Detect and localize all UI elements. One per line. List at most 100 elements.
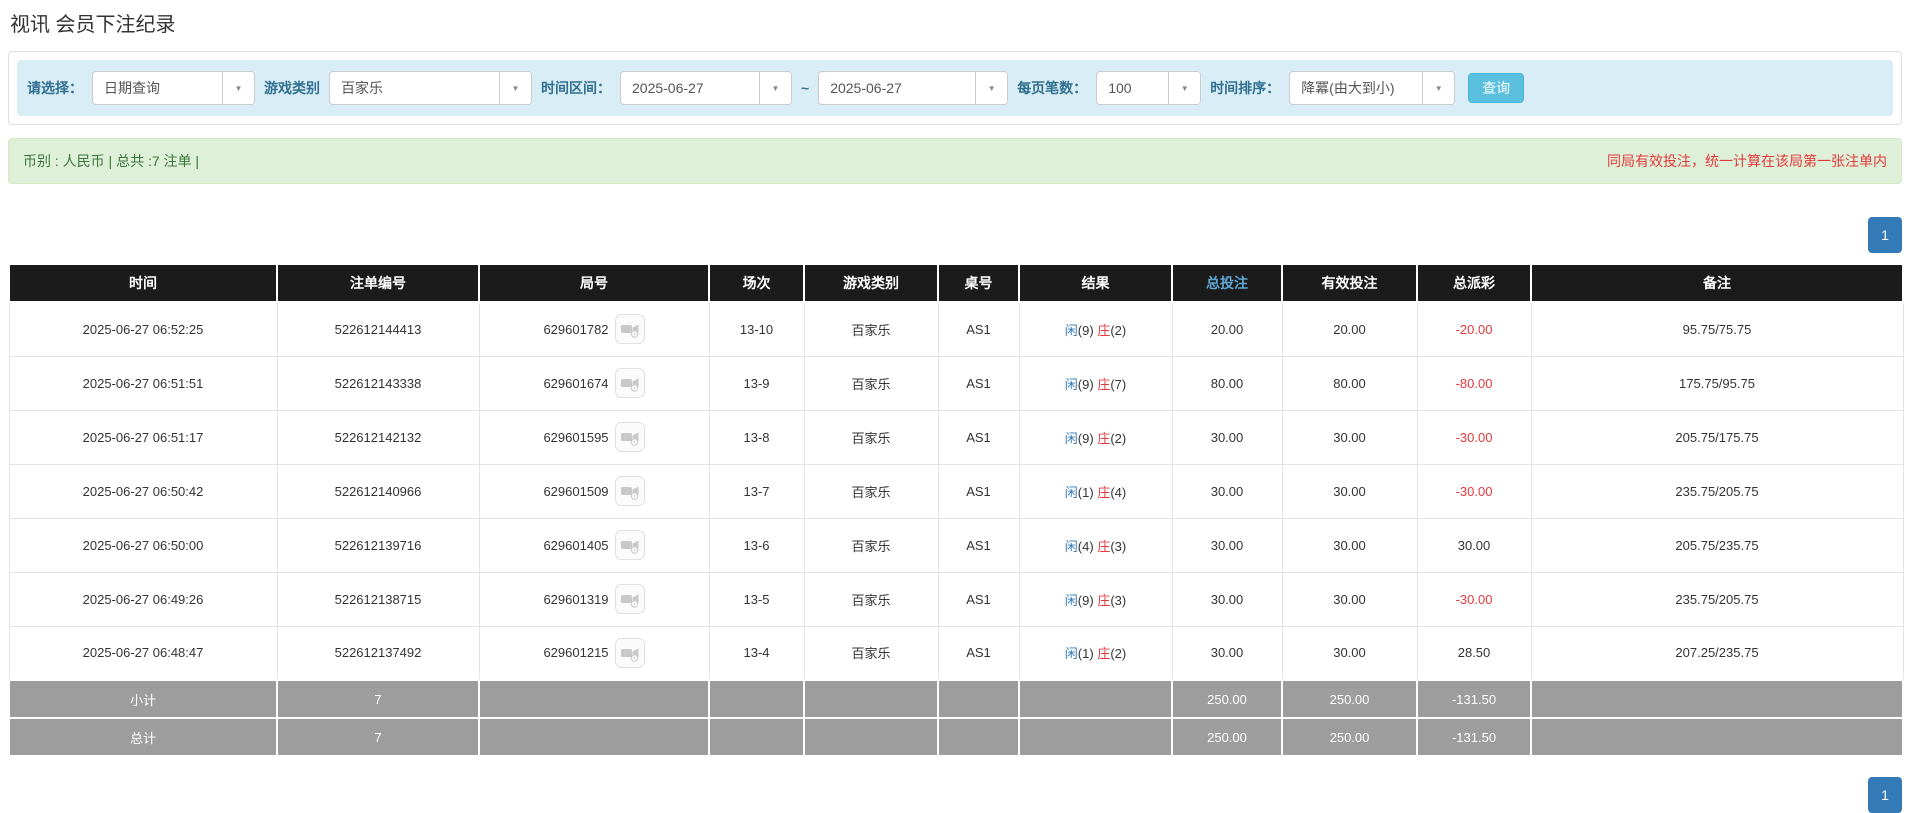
- cell-valid-bet: 30.00: [1281, 571, 1418, 627]
- footer-empty: [803, 679, 939, 719]
- cell-result: 闲(1) 庄(2): [1018, 625, 1173, 681]
- cell-total-bet[interactable]: 30.00: [1171, 571, 1283, 627]
- cell-payout: -80.00: [1416, 355, 1532, 411]
- chevron-down-icon: ▼: [1422, 72, 1455, 104]
- table-footer: 小计 7 250.00 250.00 -131.50 总计 7 250.00 250.00 -13…: [8, 679, 1904, 757]
- cell-total-bet[interactable]: 20.00: [1171, 301, 1283, 357]
- page-root: 视讯 会员下注纪录 请选择： 日期查询 ▼ 游戏类别 百家乐 ▼ 时间区间： 2…: [0, 8, 1910, 813]
- cell-session: 13-4: [708, 625, 805, 681]
- column-header: 结果: [1018, 263, 1173, 303]
- cell-time: 2025-06-27 06:52:25: [8, 301, 278, 357]
- table-row: 2025-06-27 06:48:47 522612137492 629601215…: [8, 625, 1904, 681]
- page-size-select[interactable]: 100 ▼: [1096, 71, 1202, 105]
- video-replay-icon[interactable]: [614, 314, 645, 345]
- cell-game-type: 百家乐: [803, 301, 939, 357]
- cell-round-id: 629601674: [478, 355, 710, 411]
- footer-label: 小计: [8, 679, 278, 719]
- sort-order-select[interactable]: 降冪(由大到小) ▼: [1289, 71, 1456, 105]
- cell-time: 2025-06-27 06:51:51: [8, 355, 278, 411]
- cell-valid-bet: 30.00: [1281, 517, 1418, 573]
- cell-valid-bet: 80.00: [1281, 355, 1418, 411]
- cell-payout: 28.50: [1416, 625, 1532, 681]
- column-header: 时间: [8, 263, 278, 303]
- chevron-down-icon: ▼: [222, 72, 254, 104]
- pagination-bottom: 1: [8, 777, 1902, 813]
- footer-empty: [803, 717, 939, 757]
- column-header[interactable]: 总投注: [1171, 263, 1283, 303]
- table-row: 2025-06-27 06:51:51 522612143338 629601674…: [8, 355, 1904, 411]
- cell-payout: -30.00: [1416, 463, 1532, 519]
- cell-bet-id: 522612140966: [276, 463, 480, 519]
- cell-payout: -20.00: [1416, 301, 1532, 357]
- cell-bet-id: 522612142132: [276, 409, 480, 465]
- cell-table-no: AS1: [937, 625, 1020, 681]
- video-replay-icon[interactable]: [614, 368, 645, 398]
- column-header: 场次: [708, 263, 805, 303]
- page-button[interactable]: 1: [1868, 217, 1902, 253]
- cell-round-id: 629601782: [478, 301, 710, 357]
- result-banker: 庄: [1097, 646, 1111, 662]
- cell-bet-id: 522612139716: [276, 517, 480, 573]
- date-to-select[interactable]: 2025-06-27 ▼: [818, 71, 1009, 105]
- table-row: 2025-06-27 06:50:00 522612139716 629601405…: [8, 517, 1904, 573]
- search-button[interactable]: 查询: [1468, 73, 1525, 103]
- video-replay-icon[interactable]: [614, 584, 645, 614]
- cell-remark: 207.25/235.75: [1530, 625, 1904, 681]
- cell-bet-id: 522612138715: [276, 571, 480, 627]
- video-replay-icon[interactable]: [614, 530, 645, 560]
- cell-total-bet[interactable]: 80.00: [1171, 355, 1283, 411]
- cell-remark: 205.75/235.75: [1530, 517, 1904, 573]
- cell-game-type: 百家乐: [803, 571, 939, 627]
- footer-empty: [1018, 717, 1173, 757]
- game-type-select[interactable]: 百家乐 ▼: [329, 71, 532, 105]
- table-body: 2025-06-27 06:52:25 522612144413 629601782…: [8, 301, 1904, 681]
- footer-count: 7: [276, 717, 480, 757]
- summary-currency-count: 币别 : 人民币 | 总共 :7 注单 |: [23, 153, 200, 169]
- cell-session: 13-8: [708, 409, 805, 465]
- summary-warning-note: 同局有效投注，统一计算在该局第一张注单内: [1607, 153, 1887, 169]
- chevron-down-icon: ▼: [759, 72, 791, 104]
- cell-bet-id: 522612143338: [276, 355, 480, 411]
- result-banker: 庄: [1097, 538, 1111, 554]
- page-button[interactable]: 1: [1868, 777, 1902, 813]
- table-row: 2025-06-27 06:49:26 522612138715 629601319…: [8, 571, 1904, 627]
- cell-table-no: AS1: [937, 301, 1020, 357]
- footer-valid-bet: 250.00: [1281, 679, 1418, 719]
- page-size-value: 100: [1108, 80, 1132, 96]
- cell-result: 闲(9) 庄(2): [1018, 409, 1173, 465]
- column-header: 注单编号: [276, 263, 480, 303]
- cell-game-type: 百家乐: [803, 463, 939, 519]
- cell-total-bet[interactable]: 30.00: [1171, 517, 1283, 573]
- footer-empty: [937, 717, 1020, 757]
- result-banker: 庄: [1097, 322, 1111, 338]
- video-replay-icon[interactable]: [614, 637, 645, 668]
- cell-bet-id: 522612137492: [276, 625, 480, 681]
- cell-valid-bet: 20.00: [1281, 301, 1418, 357]
- video-replay-icon[interactable]: [614, 422, 645, 452]
- summary-bar: 币别 : 人民币 | 总共 :7 注单 | 同局有效投注，统一计算在该局第一张注…: [8, 138, 1902, 184]
- footer-empty: [1018, 679, 1173, 719]
- cell-valid-bet: 30.00: [1281, 625, 1418, 681]
- footer-empty: [708, 679, 805, 719]
- filter-panel: 请选择： 日期查询 ▼ 游戏类别 百家乐 ▼ 时间区间： 2025-06-27 …: [8, 51, 1902, 125]
- column-header: 备注: [1530, 263, 1904, 303]
- cell-total-bet[interactable]: 30.00: [1171, 625, 1283, 681]
- cell-table-no: AS1: [937, 571, 1020, 627]
- result-banker: 庄: [1097, 484, 1111, 500]
- cell-result: 闲(9) 庄(3): [1018, 571, 1173, 627]
- cell-total-bet[interactable]: 30.00: [1171, 409, 1283, 465]
- column-header: 桌号: [937, 263, 1020, 303]
- cell-total-bet[interactable]: 30.00: [1171, 463, 1283, 519]
- footer-empty: [708, 717, 805, 757]
- cell-round-id: 629601319: [478, 571, 710, 627]
- date-from-select[interactable]: 2025-06-27 ▼: [620, 71, 792, 105]
- cell-valid-bet: 30.00: [1281, 409, 1418, 465]
- chevron-down-icon: ▼: [1168, 72, 1201, 104]
- video-replay-icon[interactable]: [614, 476, 645, 506]
- cell-time: 2025-06-27 06:50:00: [8, 517, 278, 573]
- cell-round-id: 629601215: [478, 625, 710, 681]
- query-type-select[interactable]: 日期查询 ▼: [92, 71, 255, 105]
- column-header: 有效投注: [1281, 263, 1418, 303]
- cell-payout: -30.00: [1416, 571, 1532, 627]
- cell-payout: 30.00: [1416, 517, 1532, 573]
